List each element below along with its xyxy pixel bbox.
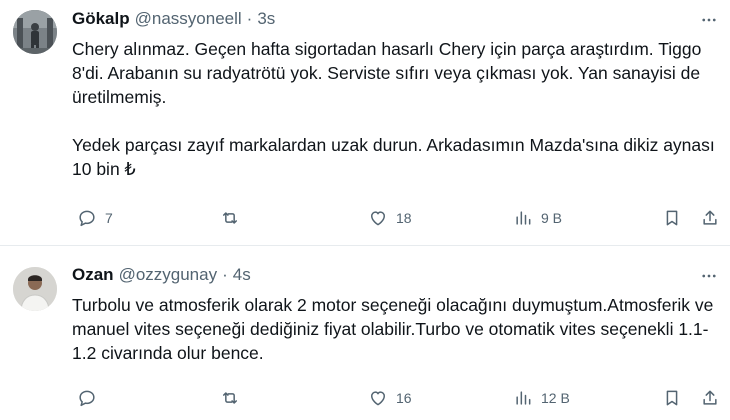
bookmark-icon <box>666 390 678 406</box>
reply-icon <box>79 390 95 407</box>
retweet-icon <box>223 392 237 404</box>
reply-button[interactable]: 7 <box>77 206 113 230</box>
heart-icon <box>371 391 385 406</box>
retweet-button[interactable] <box>220 206 248 230</box>
avatar[interactable] <box>13 267 57 311</box>
tweet-paragraph: Turbolu ve atmosferik olarak 2 motor seç… <box>72 295 714 363</box>
more-options-button[interactable] <box>698 265 720 287</box>
tweet-header: Ozan @ozzygunay · 4s <box>72 264 251 286</box>
timestamp[interactable]: 4s <box>233 265 251 285</box>
display-name[interactable]: Gökalp <box>72 9 130 29</box>
tweet-actions: 7 18 9 B <box>72 206 730 230</box>
bookmark-button[interactable] <box>662 206 682 230</box>
user-handle[interactable]: @ozzygunay <box>119 265 218 285</box>
views-button[interactable]: 9 B <box>513 206 562 230</box>
retweet-button[interactable] <box>220 386 248 410</box>
tweet-text: Chery alınmaz. Geçen hafta sigortadan ha… <box>72 37 722 181</box>
tweet-paragraph: Yedek parçası zayıf markalardan uzak dur… <box>72 135 715 179</box>
bookmark-icon <box>666 210 678 226</box>
tweet-actions: 16 12 B <box>72 386 730 410</box>
more-options-button[interactable] <box>698 9 720 31</box>
avatar-photo <box>13 267 57 311</box>
retweet-icon <box>223 212 237 224</box>
user-handle[interactable]: @nassyoneell <box>135 9 242 29</box>
reply-button[interactable] <box>77 386 105 410</box>
views-chart-icon <box>516 391 531 405</box>
like-button[interactable]: 18 <box>368 206 412 230</box>
tweet-header: Gökalp @nassyoneell · 3s <box>72 8 275 30</box>
like-button[interactable]: 16 <box>368 386 412 410</box>
reply-icon <box>79 210 95 227</box>
like-count: 18 <box>396 210 412 226</box>
reply-count: 7 <box>105 210 113 226</box>
share-button[interactable] <box>700 386 720 410</box>
like-count: 16 <box>396 390 412 406</box>
avatar-photo <box>13 10 57 54</box>
more-horizontal-icon <box>702 274 716 278</box>
tweet[interactable]: Ozan @ozzygunay · 4s Turbolu ve atmosfer… <box>0 247 730 420</box>
tweet-text: Turbolu ve atmosferik olarak 2 motor seç… <box>72 293 722 365</box>
more-horizontal-icon <box>702 18 716 22</box>
display-name[interactable]: Ozan <box>72 265 114 285</box>
view-count: 9 B <box>541 210 563 226</box>
separator-dot: · <box>222 265 228 284</box>
share-icon <box>703 390 717 405</box>
bookmark-button[interactable] <box>662 386 682 410</box>
tweet[interactable]: Gökalp @nassyoneell · 3s Chery alınmaz. … <box>0 0 730 246</box>
view-count: 12 B <box>541 390 570 406</box>
views-chart-icon <box>516 211 531 225</box>
separator-dot: · <box>246 9 253 28</box>
heart-icon <box>371 211 385 226</box>
views-button[interactable]: 12 B <box>513 386 570 410</box>
avatar[interactable] <box>13 10 57 54</box>
share-icon <box>703 210 717 225</box>
timestamp[interactable]: 3s <box>257 9 275 29</box>
share-button[interactable] <box>700 206 720 230</box>
tweet-paragraph: Chery alınmaz. Geçen hafta sigortadan ha… <box>72 39 702 107</box>
